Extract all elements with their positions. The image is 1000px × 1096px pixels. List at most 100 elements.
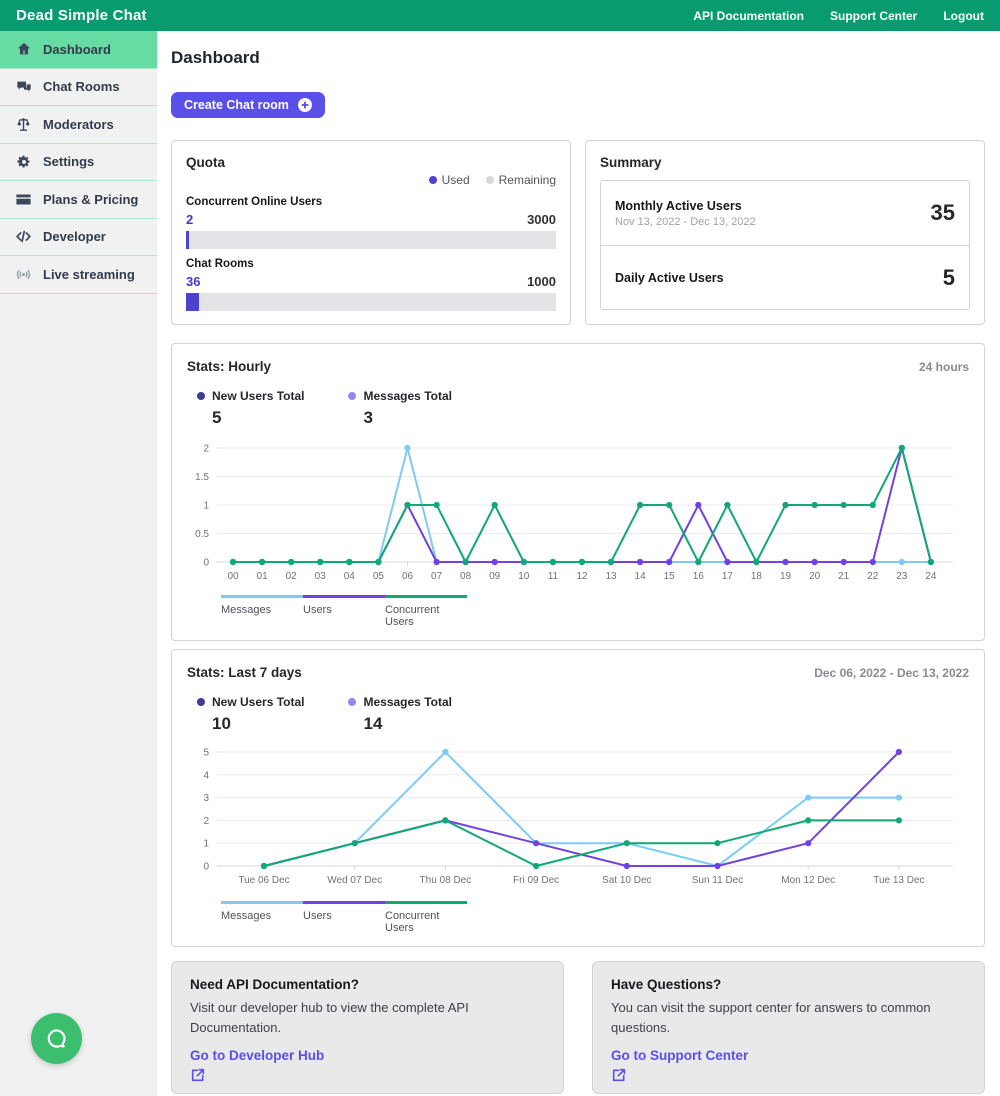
quota-limit-value: 3000 [527,212,556,227]
quota-item-label: Concurrent Online Users [186,196,556,208]
sidebar-item-label: Moderators [43,117,114,132]
sidebar-item-label: Developer [43,229,106,244]
svg-text:21: 21 [838,571,850,582]
series-line [264,752,899,866]
data-point [533,863,539,869]
summary-box: Monthly Active Users Nov 13, 2022 - Dec … [600,180,970,310]
legend-used-label: Used [442,173,470,187]
chat-support-widget[interactable] [31,1013,82,1064]
svg-text:20: 20 [809,571,821,582]
data-point [870,559,876,565]
sidebar-item-moderators[interactable]: Moderators [0,106,157,144]
data-point [346,559,352,565]
external-link-icon[interactable] [611,1067,966,1088]
sidebar: Dashboard Chat Rooms Moderators Settings… [0,31,157,1096]
footer-card-body: Visit our developer hub to view the comp… [190,998,535,1037]
sidebar-item-developer[interactable]: Developer [0,219,157,257]
data-point [352,840,358,846]
support-card: Have Questions? You can visit the suppor… [592,961,985,1094]
stats-hourly-period: 24 hours [919,360,969,374]
svg-text:10: 10 [518,571,530,582]
quota-progress-fill [186,231,189,249]
data-point [724,502,730,508]
chat-bubbles-icon [15,78,32,95]
sidebar-item-live-streaming[interactable]: Live streaming [0,256,157,294]
svg-text:14: 14 [635,571,647,582]
svg-text:16: 16 [693,571,705,582]
quota-title: Quota [186,155,556,170]
home-icon [15,41,32,58]
data-point [666,559,672,565]
svg-text:Tue 13 Dec: Tue 13 Dec [873,875,924,886]
svg-text:0: 0 [203,558,209,569]
sidebar-item-dashboard[interactable]: Dashboard [0,31,157,69]
stats-last7days-title: Stats: Last 7 days [187,665,302,680]
data-point [899,559,905,565]
data-point [805,795,811,801]
svg-text:12: 12 [576,571,588,582]
summary-row-value: 5 [943,265,955,291]
data-point [259,559,265,565]
data-point [375,559,381,565]
support-center-link[interactable]: Support Center [830,9,917,23]
chart-legend-item: Messages [221,901,303,934]
stat-messages-total: Messages Total 3 [348,389,451,428]
sidebar-item-chat-rooms[interactable]: Chat Rooms [0,69,157,107]
data-point [434,559,440,565]
svg-text:Sat 10 Dec: Sat 10 Dec [602,875,651,886]
chart-legend-item: Users [303,901,385,934]
svg-text:02: 02 [286,571,298,582]
quota-item-concurrent-users: Concurrent Online Users 2 3000 [186,196,556,249]
data-point [404,445,410,451]
data-point [714,863,720,869]
summary-row-daily: Daily Active Users 5 [601,245,969,309]
data-point [463,559,469,565]
data-point [533,840,539,846]
sidebar-item-plans-pricing[interactable]: Plans & Pricing [0,181,157,219]
data-point [782,502,788,508]
chart-legend-item: Concurrent Users [385,595,467,628]
create-chat-room-label: Create Chat room [184,98,289,112]
data-point [521,559,527,565]
sidebar-item-label: Live streaming [43,267,135,282]
logout-link[interactable]: Logout [943,9,984,23]
quota-limit-value: 1000 [527,274,556,289]
data-point [753,559,759,565]
svg-text:11: 11 [548,571,559,582]
quota-progress-bar [186,231,556,249]
create-chat-room-button[interactable]: Create Chat room [171,92,325,118]
data-point [896,795,902,801]
data-point [841,502,847,508]
data-point [608,559,614,565]
data-point [492,502,498,508]
svg-text:0.5: 0.5 [195,529,209,540]
weekly-chart: 012345Tue 06 DecWed 07 DecThu 08 DecFri … [187,740,969,897]
used-dot-icon [429,176,437,184]
data-point [714,840,720,846]
stat-value: 10 [212,714,304,734]
api-documentation-link[interactable]: API Documentation [693,9,804,23]
quota-used-value: 36 [186,274,200,289]
messages-dot-icon [348,392,356,400]
sidebar-item-settings[interactable]: Settings [0,144,157,182]
scales-icon [15,116,32,133]
data-point [230,559,236,565]
developer-hub-link[interactable]: Go to Developer Hub [190,1048,324,1063]
summary-title: Summary [600,155,970,170]
external-link-icon[interactable] [190,1067,545,1088]
quota-used-value: 2 [186,212,193,227]
data-point [666,502,672,508]
stat-new-users-total: New Users Total 5 [197,389,304,428]
quota-progress-fill [186,293,199,311]
svg-text:19: 19 [780,571,792,582]
support-center-link-bottom[interactable]: Go to Support Center [611,1048,748,1063]
data-point [492,559,498,565]
svg-text:Tue 06 Dec: Tue 06 Dec [238,875,289,886]
data-point [442,817,448,823]
svg-text:Mon 12 Dec: Mon 12 Dec [781,875,835,886]
footer-card-title: Need API Documentation? [190,977,545,992]
summary-row-label: Monthly Active Users [615,199,756,213]
app-brand: Dead Simple Chat [16,7,147,24]
svg-text:06: 06 [402,571,414,582]
stats-last7days-period: Dec 06, 2022 - Dec 13, 2022 [814,666,969,680]
